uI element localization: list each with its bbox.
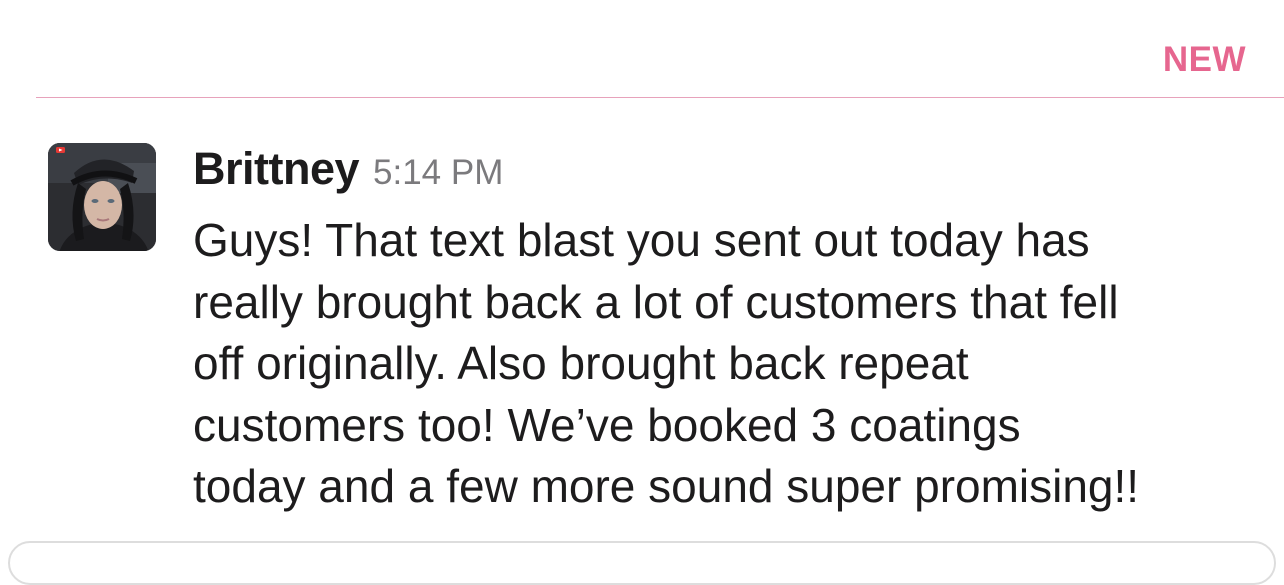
message-line: off originally. Also brought back repeat xyxy=(193,337,969,389)
message-composer-input[interactable] xyxy=(8,541,1276,585)
new-messages-label: NEW xyxy=(1162,40,1246,79)
message-header: Brittney 5:14 PM xyxy=(193,143,503,195)
sender-name[interactable]: Brittney xyxy=(193,143,360,194)
message-line: Guys! That text blast you sent out today… xyxy=(193,214,1090,266)
message-text: Guys! That text blast you sent out today… xyxy=(193,210,1258,518)
message-timestamp[interactable]: 5:14 PM xyxy=(373,153,503,192)
avatar-photo xyxy=(48,143,156,251)
message-line: today and a few more sound super promisi… xyxy=(193,460,1140,512)
new-messages-divider xyxy=(36,97,1284,98)
user-avatar[interactable] xyxy=(48,143,156,251)
message-line: customers too! We’ve booked 3 coatings xyxy=(193,398,1021,451)
message-line: really brought back a lot of customers t… xyxy=(193,275,1119,328)
